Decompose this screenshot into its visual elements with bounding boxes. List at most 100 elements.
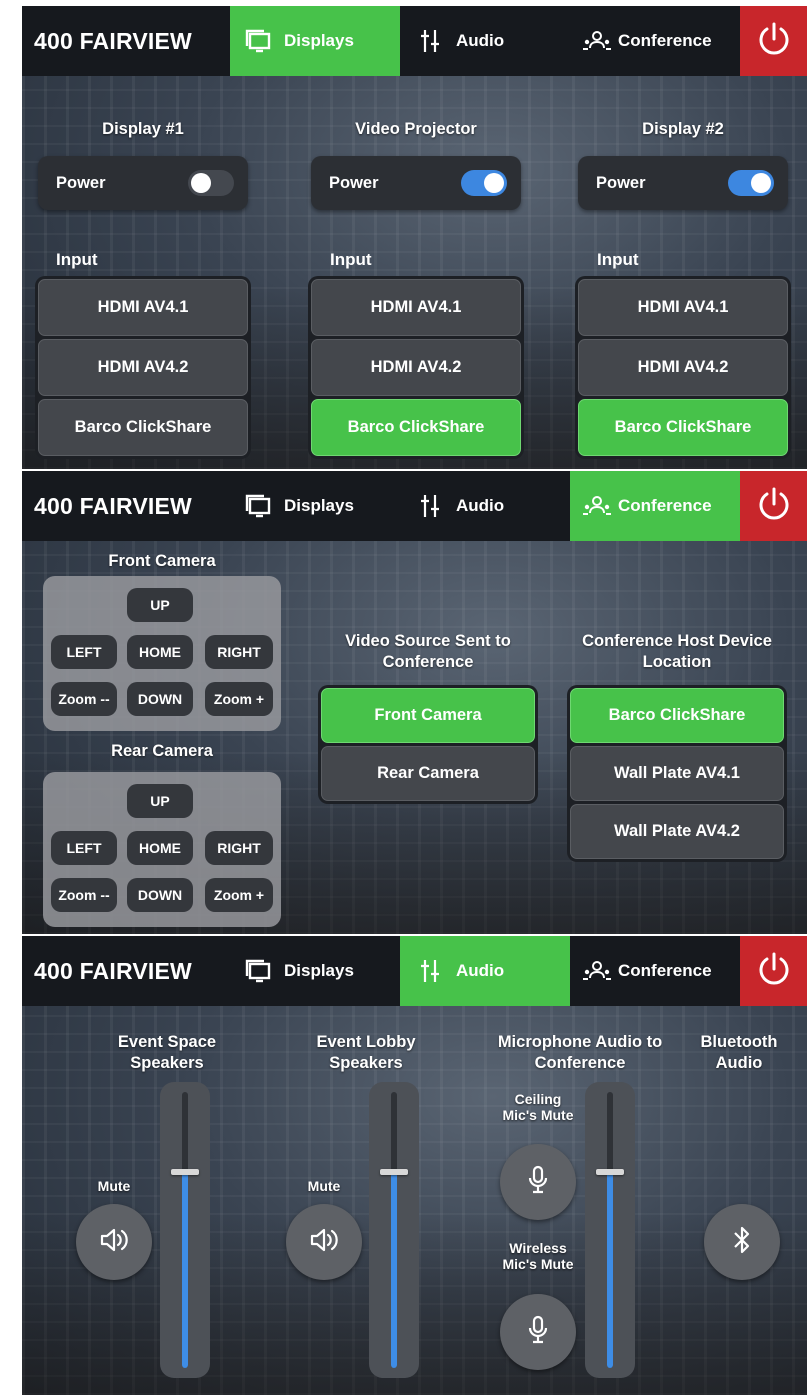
tab-displays[interactable]: Displays [230,471,400,541]
wireless-mic-mute-button[interactable] [500,1294,576,1370]
group-icon [582,957,612,985]
display-2-input-hdmi-av41[interactable]: HDMI AV4.1 [578,279,788,336]
display-1-title: Display #1 [102,120,184,138]
projector-input-hdmi-av42[interactable]: HDMI AV4.2 [311,339,521,396]
tab-label: Displays [284,496,354,515]
tab-displays[interactable]: Displays [230,936,400,1006]
event-space-mute-label: Mute [97,1178,131,1194]
mic-audio-volume-slider[interactable] [585,1082,635,1378]
display-1-input-barco-clickshare[interactable]: Barco ClickShare [38,399,248,456]
mixer-icon [416,492,444,520]
speaker-icon [309,1226,339,1259]
displays-screen: 400 FAIRVIEW Displays Audio Conference D… [22,6,807,469]
front-camera-zoom-in-button[interactable]: Zoom + [205,682,273,716]
ceiling-mic-mute-button[interactable] [500,1144,576,1220]
display-2-power-toggle[interactable] [728,170,774,196]
display-2-input-label: Input [597,250,639,269]
tab-conference[interactable]: Conference [570,471,740,541]
tab-conference[interactable]: Conference [570,6,740,76]
rear-camera-down-button[interactable]: DOWN [127,878,193,912]
display-2-input-barco-clickshare[interactable]: Barco ClickShare [578,399,788,456]
tab-displays[interactable]: Displays [230,6,400,76]
brand-title: 400 FAIRVIEW [34,492,192,519]
video-source-group: Front Camera Rear Camera [318,685,538,804]
power-label: Power [596,173,646,192]
tab-label: Audio [456,31,505,50]
rear-camera-right-button[interactable]: RIGHT [205,831,273,865]
microphone-icon [527,1315,549,1350]
slider-fill [607,1172,613,1368]
projector-input-label: Input [330,250,372,269]
tab-label: Conference [618,961,712,980]
event-lobby-volume-slider[interactable] [369,1082,419,1378]
rear-camera-zoom-out-button[interactable]: Zoom -- [51,878,117,912]
host-location-group: Barco ClickShare Wall Plate AV4.1 Wall P… [567,685,787,862]
bluetooth-title: Bluetooth Audio [700,1033,778,1072]
display-1-input-hdmi-av42[interactable]: HDMI AV4.2 [38,339,248,396]
tab-audio[interactable]: Audio [400,6,570,76]
brand-title: 400 FAIRVIEW [34,957,192,984]
video-source-rear-camera[interactable]: Rear Camera [321,746,535,801]
top-nav-bar: 400 FAIRVIEW Displays Audio Conference [22,936,807,1006]
event-lobby-mute-label: Mute [307,1178,341,1194]
rear-camera-title: Rear Camera [111,742,213,760]
slider-fill [182,1172,188,1368]
display-2-power-card: Power [578,156,788,210]
rear-camera-up-button[interactable]: UP [127,784,193,818]
event-space-mute-button[interactable] [76,1204,152,1280]
host-location-wall-plate-av41[interactable]: Wall Plate AV4.1 [570,746,784,801]
power-label: Power [329,173,379,192]
system-power-button[interactable] [740,6,807,76]
bluetooth-button[interactable] [704,1204,780,1280]
front-camera-down-button[interactable]: DOWN [127,682,193,716]
host-location-barco-clickshare[interactable]: Barco ClickShare [570,688,784,743]
speaker-icon [99,1226,129,1259]
host-location-wall-plate-av42[interactable]: Wall Plate AV4.2 [570,804,784,859]
system-power-button[interactable] [740,471,807,541]
bluetooth-icon [732,1225,752,1260]
display-icon [244,27,272,55]
slider-thumb[interactable] [596,1169,624,1175]
video-source-front-camera[interactable]: Front Camera [321,688,535,743]
display-icon [244,957,272,985]
rear-camera-left-button[interactable]: LEFT [51,831,117,865]
tab-audio[interactable]: Audio [400,471,570,541]
front-camera-left-button[interactable]: LEFT [51,635,117,669]
projector-input-barco-clickshare[interactable]: Barco ClickShare [311,399,521,456]
video-projector-title: Video Projector [355,120,477,138]
rear-camera-zoom-in-button[interactable]: Zoom + [205,878,273,912]
slider-thumb[interactable] [380,1169,408,1175]
display-2-title: Display #2 [642,120,724,138]
event-lobby-mute-button[interactable] [286,1204,362,1280]
system-power-button[interactable] [740,936,807,1006]
event-space-volume-slider[interactable] [160,1082,210,1378]
display-1-power-card: Power [38,156,248,210]
tab-conference[interactable]: Conference [570,936,740,1006]
rear-camera-home-button[interactable]: HOME [127,831,193,865]
display-2-input-hdmi-av42[interactable]: HDMI AV4.2 [578,339,788,396]
display-1-power-toggle[interactable] [188,170,234,196]
video-source-title: Video Source Sent to Conference [345,632,511,671]
display-1-input-label: Input [56,250,98,269]
display-1-input-group: HDMI AV4.1 HDMI AV4.2 Barco ClickShare [35,276,251,459]
tab-audio[interactable]: Audio [400,936,570,1006]
front-camera-title: Front Camera [108,552,216,570]
tab-label: Conference [618,31,712,50]
tab-label: Displays [284,961,354,980]
projector-power-toggle[interactable] [461,170,507,196]
display-1-input-hdmi-av41[interactable]: HDMI AV4.1 [38,279,248,336]
power-icon [755,950,793,993]
slider-thumb[interactable] [171,1169,199,1175]
front-camera-right-button[interactable]: RIGHT [205,635,273,669]
projector-input-hdmi-av41[interactable]: HDMI AV4.1 [311,279,521,336]
top-nav-bar: 400 FAIRVIEW Displays Audio Conference [22,471,807,541]
ceiling-mic-mute-label: Ceiling Mic's Mute [502,1091,574,1123]
tab-label: Displays [284,31,354,50]
front-camera-ptz-pad: UP LEFT HOME RIGHT Zoom -- DOWN Zoom + [43,576,281,731]
projector-input-group: HDMI AV4.1 HDMI AV4.2 Barco ClickShare [308,276,524,459]
front-camera-zoom-out-button[interactable]: Zoom -- [51,682,117,716]
tab-label: Conference [618,496,712,515]
brand-title: 400 FAIRVIEW [34,27,192,54]
front-camera-up-button[interactable]: UP [127,588,193,622]
front-camera-home-button[interactable]: HOME [127,635,193,669]
